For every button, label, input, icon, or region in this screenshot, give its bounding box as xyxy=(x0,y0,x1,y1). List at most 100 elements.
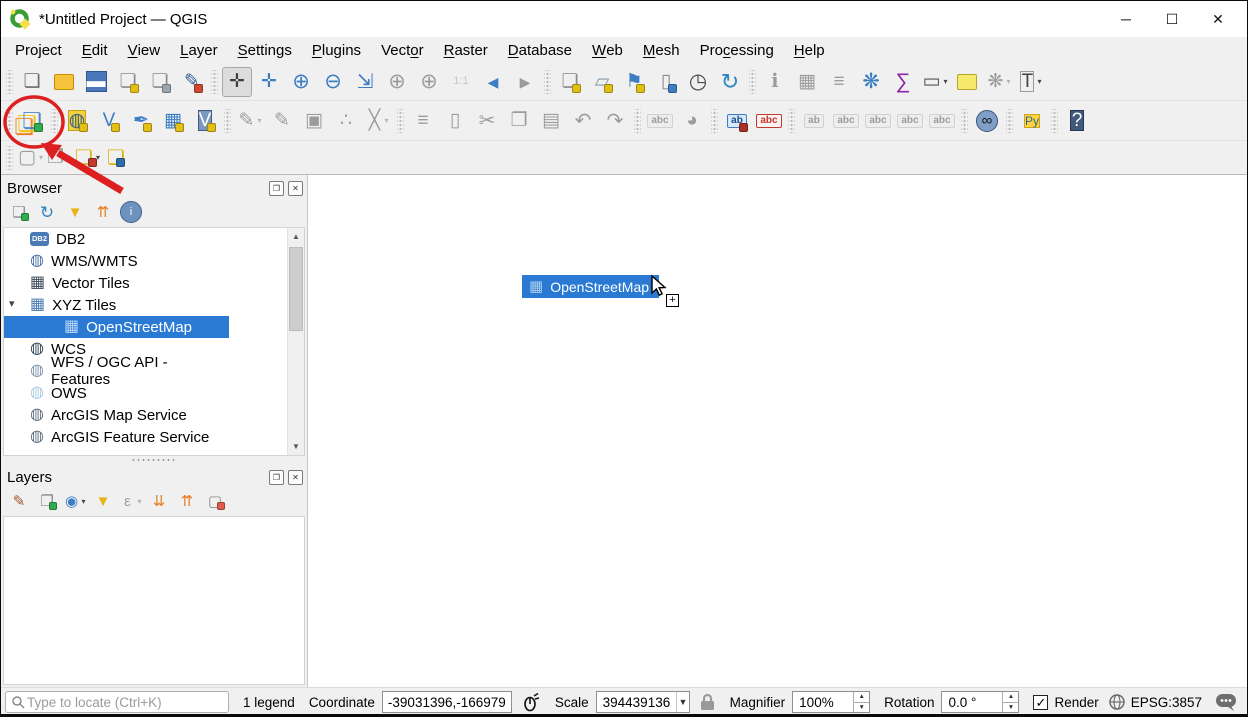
locator-input[interactable] xyxy=(25,694,228,711)
browser-item-arcgis-map-service[interactable]: ◍ArcGIS Map Service xyxy=(4,404,229,426)
rotation-spinbox[interactable]: 0.0 ° ▲▼ xyxy=(941,691,1019,713)
dropdown-arrow-icon[interactable]: ▾ xyxy=(1037,77,1041,86)
zoom-out-button[interactable]: ⊖ xyxy=(318,67,348,97)
layers-list-empty[interactable] xyxy=(3,516,305,685)
scale-combobox[interactable]: 394439136 ▼ xyxy=(596,691,690,713)
minimize-button[interactable]: ─ xyxy=(1103,1,1149,37)
scroll-up-icon[interactable]: ▲ xyxy=(288,228,304,245)
locator-search[interactable] xyxy=(5,691,229,713)
processing-toolbox-button[interactable]: ❋ xyxy=(856,67,886,97)
panel-splitter[interactable] xyxy=(1,456,307,464)
browser-refresh-button[interactable]: ↻ xyxy=(35,201,59,223)
zoom-full-button[interactable]: ⇲ xyxy=(350,67,380,97)
dropdown-arrow-icon[interactable]: ▾ xyxy=(943,77,947,86)
menu-project[interactable]: Project xyxy=(5,37,72,63)
new-spatialite-layer-button[interactable]: ✒ xyxy=(126,106,156,136)
menu-settings[interactable]: Settings xyxy=(228,37,302,63)
menu-plugins[interactable]: Plugins xyxy=(302,37,371,63)
filter-legend-button[interactable]: ▼ xyxy=(91,490,115,512)
dropdown-arrow-icon[interactable]: ▾ xyxy=(67,153,71,162)
chevron-down-icon[interactable]: ▼ xyxy=(676,692,688,712)
menu-processing[interactable]: Processing xyxy=(690,37,784,63)
menu-view[interactable]: View xyxy=(118,37,171,63)
manage-map-themes-button[interactable]: ◉▾ xyxy=(63,490,87,512)
browser-collapse-all-button[interactable]: ⇈ xyxy=(91,201,115,223)
messages-icon[interactable] xyxy=(1215,693,1237,712)
zoom-in-button[interactable]: ⊕ xyxy=(286,67,316,97)
new-virtual-layer-button[interactable]: ▦ xyxy=(158,106,188,136)
select-features-by-value-button[interactable]: ❏ xyxy=(103,145,129,171)
layer-labeling-options-button[interactable]: ab xyxy=(722,106,752,136)
measure-line-button[interactable]: ▭▾ xyxy=(920,67,950,97)
show-bookmarks-button[interactable]: ▯ xyxy=(651,67,681,97)
browser-item-wms-wmts[interactable]: ◍WMS/WMTS xyxy=(4,250,229,272)
text-annotation-button[interactable]: T▾ xyxy=(1016,67,1046,97)
expander-icon[interactable]: ▾ xyxy=(9,297,15,310)
browser-scrollbar[interactable]: ▲ ▼ xyxy=(287,228,304,455)
browser-item-xyz-tiles[interactable]: ▾▦XYZ Tiles xyxy=(4,294,229,316)
dropdown-arrow-icon[interactable]: ▾ xyxy=(137,497,141,506)
dropdown-arrow-icon[interactable]: ▾ xyxy=(81,497,85,506)
dropdown-arrow-icon[interactable]: ▾ xyxy=(1006,77,1010,86)
layer-diagram-options-button[interactable]: abc xyxy=(754,106,784,136)
spin-down-icon[interactable]: ▼ xyxy=(1003,703,1018,713)
save-project-button[interactable]: ▬ xyxy=(81,67,111,97)
pan-map-to-selection-button[interactable]: ✛ xyxy=(254,67,284,97)
browser-add-selected-layers-button[interactable]: ❏ xyxy=(7,201,31,223)
dropdown-arrow-icon[interactable]: ▾ xyxy=(39,153,43,162)
metasearch-catalog-client-button[interactable]: ∞ xyxy=(972,106,1002,136)
browser-filter-button[interactable]: ▼ xyxy=(63,201,87,223)
layers-float-button[interactable]: ❐ xyxy=(269,470,284,485)
pan-map-button[interactable]: ✛ xyxy=(222,67,252,97)
browser-float-button[interactable]: ❐ xyxy=(269,181,284,196)
new-print-layout-button[interactable]: ❏ xyxy=(113,67,143,97)
spin-down-icon[interactable]: ▼ xyxy=(854,703,869,713)
style-manager-button[interactable]: ✎ xyxy=(177,67,207,97)
open-project-button[interactable] xyxy=(49,67,79,97)
menu-database[interactable]: Database xyxy=(498,37,582,63)
new-temporary-scratch-layer-button[interactable]: V xyxy=(190,106,220,136)
map-canvas[interactable]: ▦ OpenStreetMap + xyxy=(308,175,1247,687)
spin-up-icon[interactable]: ▲ xyxy=(1003,692,1018,703)
refresh-map-button[interactable]: ↻ xyxy=(715,67,745,97)
browser-item-wfs-ogc-api-features[interactable]: ◍WFS / OGC API - Features xyxy=(4,360,229,382)
layers-close-button[interactable]: ✕ xyxy=(288,470,303,485)
spin-up-icon[interactable]: ▲ xyxy=(854,692,869,703)
open-layer-styling-panel-button[interactable]: ✎ xyxy=(7,490,31,512)
expand-all-layers-button[interactable]: ⇊ xyxy=(147,490,171,512)
menu-layer[interactable]: Layer xyxy=(170,37,228,63)
lock-scale-icon[interactable] xyxy=(699,693,716,711)
temporal-controller-panel-button[interactable]: ◷ xyxy=(683,67,713,97)
new-shapefile-layer-button[interactable]: V xyxy=(94,106,124,136)
browser-item-vector-tiles[interactable]: ▦Vector Tiles xyxy=(4,272,229,294)
remove-layer-group-button[interactable]: ▢ xyxy=(203,490,227,512)
show-spatial-bookmark-manager-button[interactable]: ⚑ xyxy=(619,67,649,97)
scroll-down-icon[interactable]: ▼ xyxy=(288,438,304,455)
menu-mesh[interactable]: Mesh xyxy=(633,37,690,63)
scrollbar-thumb[interactable] xyxy=(289,247,303,331)
new-spatial-bookmark-button[interactable]: ❏ xyxy=(555,67,585,97)
browser-properties-button[interactable]: i xyxy=(119,201,143,223)
python-console-button[interactable]: Py xyxy=(1017,106,1047,136)
menu-edit[interactable]: Edit xyxy=(72,37,118,63)
crs-status-button[interactable]: EPSG:3857 xyxy=(1131,695,1202,710)
show-layout-manager-button[interactable]: ❏ xyxy=(145,67,175,97)
new-project-button[interactable]: ❏ xyxy=(17,67,47,97)
map-tips-button[interactable] xyxy=(952,67,982,97)
magnifier-spinbox[interactable]: 100% ▲▼ xyxy=(792,691,870,713)
browser-item-ows[interactable]: ◍OWS xyxy=(4,382,229,404)
dropdown-arrow-icon[interactable]: ▾ xyxy=(384,116,388,125)
menu-raster[interactable]: Raster xyxy=(434,37,498,63)
add-group-button[interactable]: ❐ xyxy=(35,490,59,512)
extents-toggle-icon[interactable] xyxy=(521,692,541,712)
collapse-all-layers-button[interactable]: ⇈ xyxy=(175,490,199,512)
maximize-button[interactable]: ☐ xyxy=(1149,1,1195,37)
help-contents-button[interactable]: ? xyxy=(1062,106,1092,136)
browser-item-db2[interactable]: DB2DB2 xyxy=(4,228,229,250)
zoom-last-button[interactable]: ◀ xyxy=(478,67,508,97)
coordinate-input[interactable] xyxy=(382,691,512,713)
close-button[interactable]: ✕ xyxy=(1195,1,1241,37)
new-geopackage-layer-button[interactable]: ◍ xyxy=(62,106,92,136)
browser-item-arcgis-feature-service[interactable]: ◍ArcGIS Feature Service xyxy=(4,426,229,448)
menu-web[interactable]: Web xyxy=(582,37,633,63)
